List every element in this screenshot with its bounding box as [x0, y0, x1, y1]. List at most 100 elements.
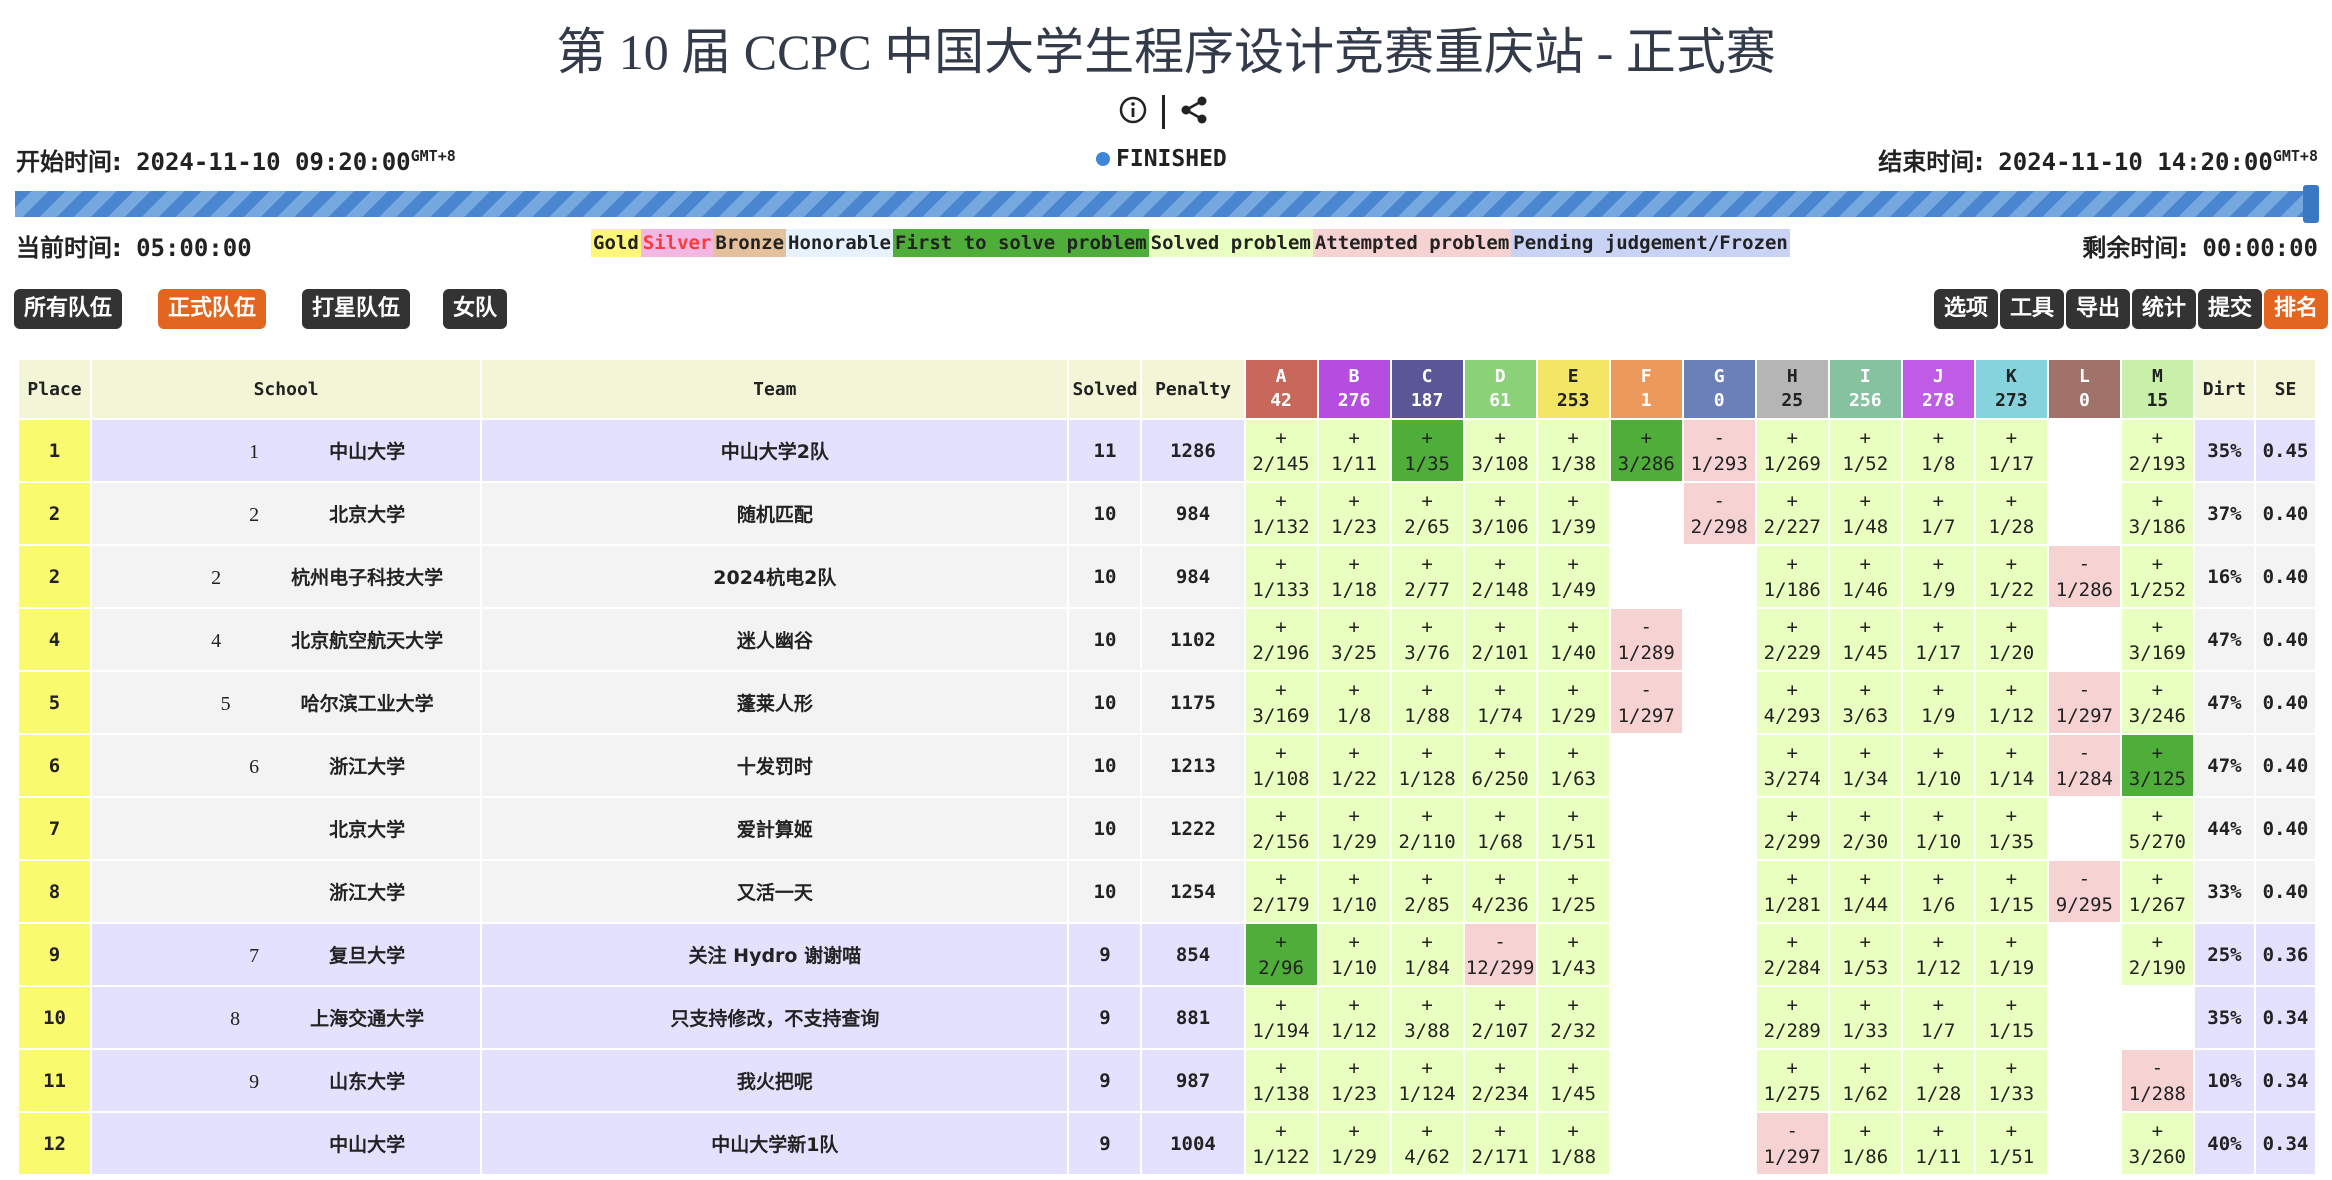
problem-cell[interactable]: +3/186 [2121, 483, 2193, 544]
problem-cell[interactable]: +1/22 [1318, 735, 1390, 796]
problem-cell[interactable]: +4/62 [1391, 1113, 1463, 1174]
team-name[interactable]: 爱計算姬 [482, 798, 1068, 859]
problem-cell[interactable]: - 1/284 [2048, 735, 2120, 796]
filter-button[interactable]: 所有队伍 [14, 289, 123, 329]
problem-cell[interactable]: +2/110 [1391, 798, 1463, 859]
problem-header[interactable]: C 187 [1391, 360, 1463, 418]
toolbar-button[interactable]: 工具 [2000, 289, 2065, 329]
problem-cell[interactable]: +2/299 [1756, 798, 1828, 859]
problem-cell[interactable]: +1/11 [1318, 420, 1390, 481]
toolbar-button[interactable]: 选项 [1934, 289, 1999, 329]
problem-header[interactable]: E 253 [1537, 360, 1609, 418]
problem-cell[interactable]: +1/15 [1975, 987, 2047, 1048]
problem-cell[interactable]: +2/30 [1829, 798, 1901, 859]
problem-cell[interactable]: +1/86 [1829, 1113, 1901, 1174]
problem-cell[interactable]: - 1/288 [2121, 1050, 2193, 1111]
problem-cell[interactable]: +1/17 [1975, 420, 2047, 481]
problem-cell[interactable]: +2/148 [1464, 546, 1536, 607]
problem-header[interactable]: F1 [1610, 360, 1682, 418]
problem-cell[interactable]: +1/33 [1975, 1050, 2047, 1111]
problem-cell[interactable]: - 1/297 [2048, 672, 2120, 733]
problem-cell[interactable]: - 12/299 [1464, 924, 1536, 985]
problem-cell[interactable]: +5/270 [2121, 798, 2193, 859]
problem-cell[interactable]: +1/84 [1391, 924, 1463, 985]
problem-cell[interactable]: +1/10 [1902, 798, 1974, 859]
contest-progress-bar[interactable] [15, 185, 2319, 223]
problem-header[interactable]: M 15 [2121, 360, 2193, 418]
problem-cell[interactable]: +1/9 [1902, 546, 1974, 607]
problem-cell[interactable]: +1/29 [1318, 798, 1390, 859]
problem-cell[interactable]: +2/193 [2121, 420, 2193, 481]
problem-cell[interactable]: +2/171 [1464, 1113, 1536, 1174]
problem-cell[interactable]: +1/17 [1902, 609, 1974, 670]
problem-cell[interactable]: +1/35 [1975, 798, 2047, 859]
problem-cell[interactable]: +2/190 [2121, 924, 2193, 985]
problem-header[interactable]: J 278 [1902, 360, 1974, 418]
problem-cell[interactable]: +1/62 [1829, 1050, 1901, 1111]
team-name[interactable]: 又活一天 [482, 861, 1068, 922]
problem-cell[interactable]: +1/35 [1391, 420, 1463, 481]
problem-cell[interactable]: +3/246 [2121, 672, 2193, 733]
problem-cell[interactable]: +1/281 [1756, 861, 1828, 922]
team-name[interactable]: 关注 Hydro 谢谢喵 [482, 924, 1068, 985]
problem-cell[interactable]: +1/44 [1829, 861, 1901, 922]
col-se[interactable]: SE [2255, 360, 2315, 418]
share-icon[interactable] [1179, 95, 1209, 129]
problem-cell[interactable]: +4/236 [1464, 861, 1536, 922]
problem-cell[interactable]: +1/53 [1829, 924, 1901, 985]
problem-cell[interactable]: +1/275 [1756, 1050, 1828, 1111]
problem-cell[interactable]: +1/9 [1902, 672, 1974, 733]
toolbar-button[interactable]: 导出 [2066, 289, 2131, 329]
problem-cell[interactable]: +1/132 [1245, 483, 1317, 544]
problem-cell[interactable]: +2/32 [1537, 987, 1609, 1048]
table-row[interactable]: 10 8 上海交通大学 只支持修改，不支持查询 9 881 +1/194 +1/12 +3/88… [19, 987, 2315, 1048]
table-row[interactable]: 2 2 杭州电子科技大学 2024杭电2队 10 984 +1/133 +1/18 +2/77 +… [19, 546, 2315, 607]
problem-cell[interactable]: - 1/297 [1756, 1113, 1828, 1174]
problem-header[interactable]: H 25 [1756, 360, 1828, 418]
problem-cell[interactable]: +2/234 [1464, 1050, 1536, 1111]
problem-cell[interactable]: +2/145 [1245, 420, 1317, 481]
problem-cell[interactable]: +1/29 [1318, 1113, 1390, 1174]
problem-cell[interactable]: +1/133 [1245, 546, 1317, 607]
problem-cell[interactable]: +1/51 [1537, 798, 1609, 859]
problem-cell[interactable]: +1/14 [1975, 735, 2047, 796]
problem-cell[interactable]: - 1/286 [2048, 546, 2120, 607]
problem-header[interactable]: L0 [2048, 360, 2120, 418]
col-solved[interactable]: Solved [1069, 360, 1141, 418]
problem-cell[interactable]: +1/29 [1537, 672, 1609, 733]
problem-cell[interactable]: +1/8 [1318, 672, 1390, 733]
problem-cell[interactable]: +3/169 [2121, 609, 2193, 670]
problem-cell[interactable]: +1/45 [1537, 1050, 1609, 1111]
toolbar-button[interactable]: 排名 [2264, 289, 2329, 329]
table-row[interactable]: 11 9 山东大学 我火把呢 9 987 +1/138 +1/23 +1/124 +2/234 +1… [19, 1050, 2315, 1111]
problem-cell[interactable]: +2/77 [1391, 546, 1463, 607]
problem-cell[interactable]: +1/6 [1902, 861, 1974, 922]
problem-cell[interactable]: +3/274 [1756, 735, 1828, 796]
problem-cell[interactable]: +1/23 [1318, 1050, 1390, 1111]
team-name[interactable]: 十发罚时 [482, 735, 1068, 796]
table-row[interactable]: 8 浙江大学 又活一天 10 1254 +2/179 +1/10 +2/85 +4/236 +1/… [19, 861, 2315, 922]
problem-cell[interactable]: +1/12 [1318, 987, 1390, 1048]
problem-header[interactable]: B 276 [1318, 360, 1390, 418]
problem-cell[interactable]: +2/65 [1391, 483, 1463, 544]
problem-cell[interactable]: +1/10 [1318, 924, 1390, 985]
problem-cell[interactable]: +1/33 [1829, 987, 1901, 1048]
team-name[interactable]: 我火把呢 [482, 1050, 1068, 1111]
problem-cell[interactable]: +3/106 [1464, 483, 1536, 544]
problem-cell[interactable]: +1/38 [1537, 420, 1609, 481]
col-place[interactable]: Place [19, 360, 91, 418]
problem-cell[interactable]: +2/229 [1756, 609, 1828, 670]
problem-cell[interactable]: +1/88 [1537, 1113, 1609, 1174]
problem-cell[interactable]: +3/63 [1829, 672, 1901, 733]
problem-header[interactable]: K 273 [1975, 360, 2047, 418]
table-row[interactable]: 2 2 北京大学 随机匹配 10 984 +1/132 +1/23 +2/65 +3/106 +1/… [19, 483, 2315, 544]
problem-cell[interactable]: +4/293 [1756, 672, 1828, 733]
problem-cell[interactable]: +2/196 [1245, 609, 1317, 670]
problem-cell[interactable]: +1/12 [1902, 924, 1974, 985]
team-name[interactable]: 2024杭电2队 [482, 546, 1068, 607]
problem-cell[interactable]: +1/20 [1975, 609, 2047, 670]
problem-cell[interactable]: +1/194 [1245, 987, 1317, 1048]
progress-handle[interactable] [2303, 185, 2319, 223]
col-school[interactable]: School [92, 360, 481, 418]
problem-cell[interactable]: +1/122 [1245, 1113, 1317, 1174]
